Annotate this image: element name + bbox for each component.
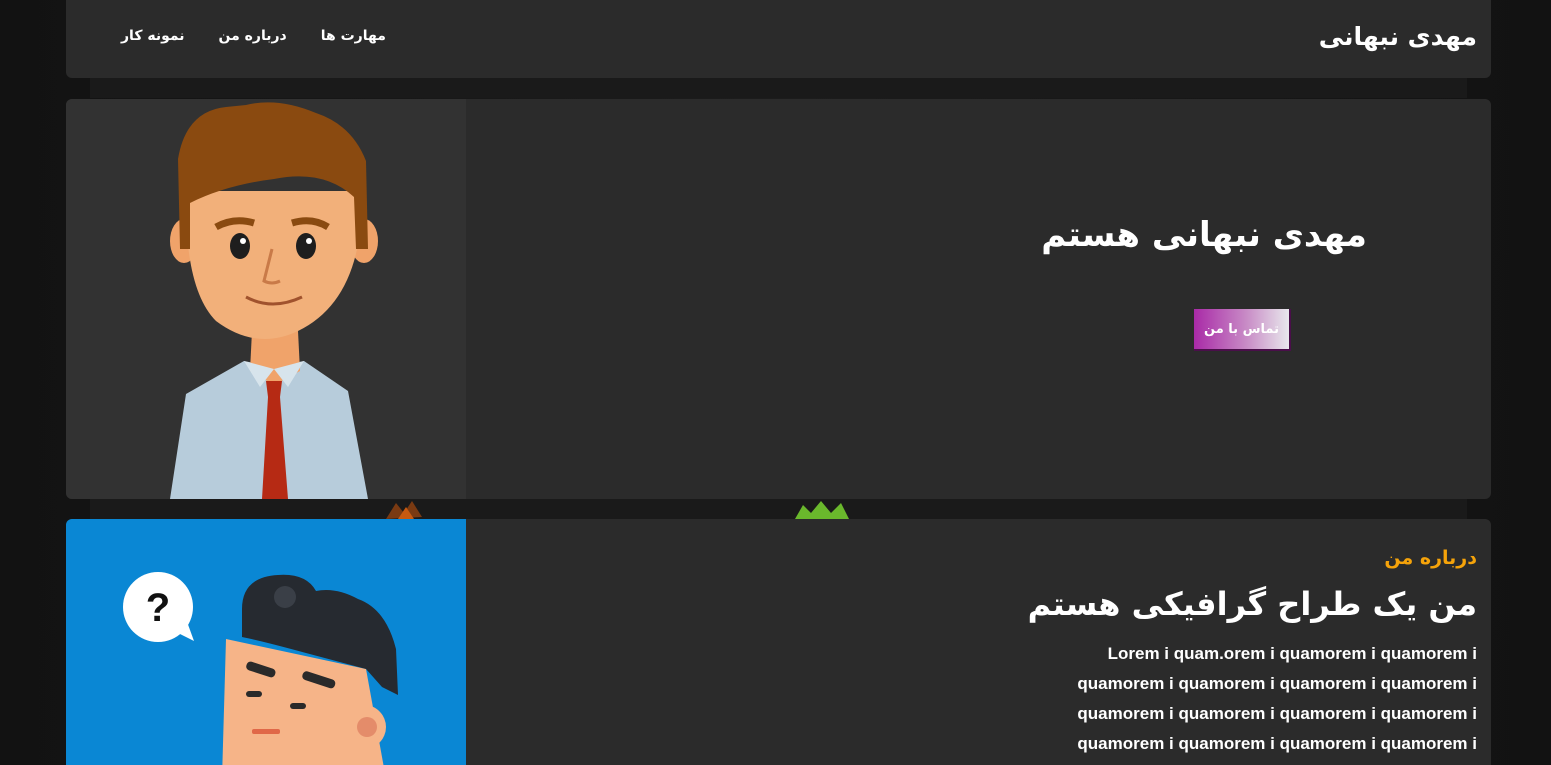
nav-link-skills[interactable]: مهارت ها — [321, 28, 386, 44]
cartoon-man-avatar-icon — [170, 102, 378, 499]
background-strip — [90, 78, 1467, 98]
about-kicker: درباره من — [1384, 547, 1477, 569]
about-section: ? درباره من من یک طراح گرافیکی هستم Lore… — [66, 519, 1491, 765]
nav-links: نمونه کار درباره من مهارت ها — [121, 28, 386, 44]
leaf-decoration-icon — [386, 501, 422, 519]
svg-text:?: ? — [146, 586, 170, 630]
nav-link-about[interactable]: درباره من — [219, 28, 287, 44]
paragraph-line: quamorem i quamorem i quamorem i quamore… — [1077, 734, 1477, 753]
paragraph-line: Lorem i quam.orem i quamorem i quamorem … — [1107, 644, 1477, 663]
paragraph-line: quamorem i quamorem i quamorem i quamore… — [1077, 674, 1477, 693]
page: مهدی نبهانی نمونه کار درباره من مهارت ها — [0, 0, 1551, 765]
question-bubble-icon: ? — [123, 572, 194, 642]
hero-section: مهدی نبهانی هستم تماس با من — [66, 99, 1491, 499]
hero-avatar-image — [66, 99, 466, 499]
about-title: من یک طراح گرافیکی هستم — [1027, 585, 1477, 623]
thinking-man-illustration-icon: ? — [123, 572, 398, 765]
contact-me-button[interactable]: تماس با من — [1194, 309, 1291, 351]
background-strip — [90, 499, 1467, 519]
about-paragraph: Lorem i quam.orem i quamorem i quamorem … — [1037, 639, 1477, 759]
about-illustration: ? — [66, 519, 466, 765]
leaf-decoration-icon — [795, 501, 849, 519]
brand-name[interactable]: مهدی نبهانی — [1319, 22, 1477, 51]
navbar: مهدی نبهانی نمونه کار درباره من مهارت ها — [66, 0, 1491, 78]
paragraph-line: quamorem i quamorem i quamorem i quamore… — [1077, 704, 1477, 723]
nav-link-portfolio[interactable]: نمونه کار — [121, 28, 185, 44]
hero-title: مهدی نبهانی هستم — [1041, 215, 1367, 255]
